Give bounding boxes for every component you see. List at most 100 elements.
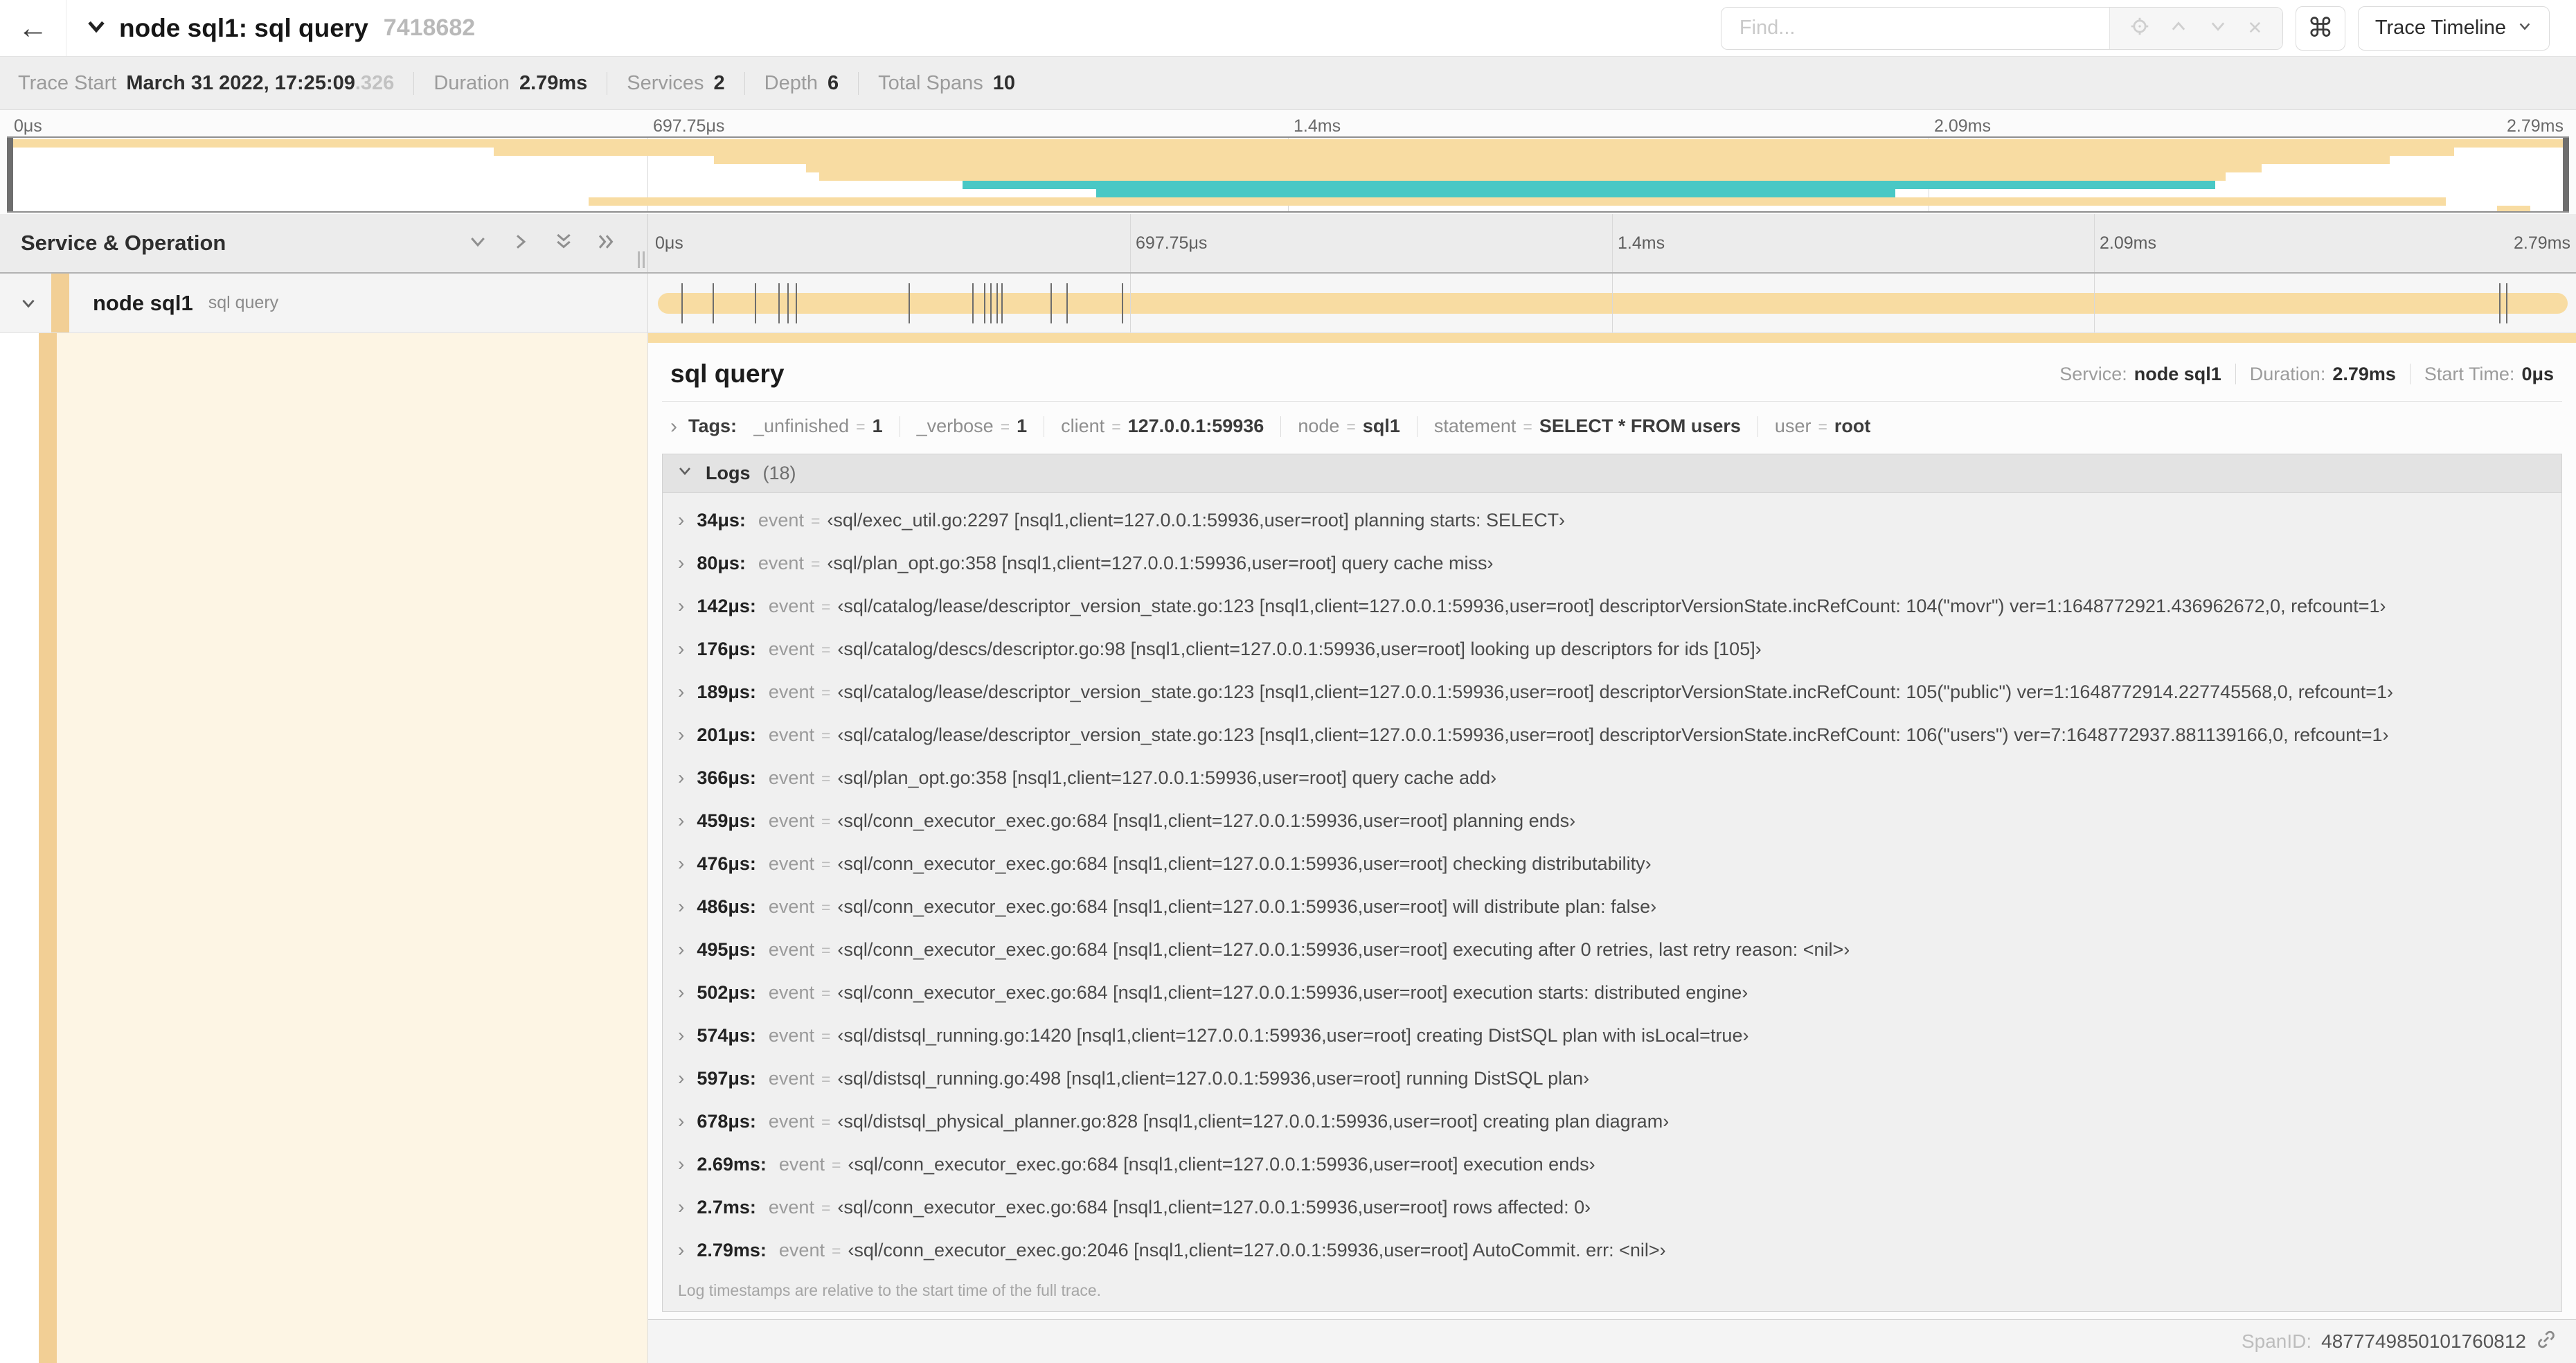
log-row[interactable]: › 34μs: event = ‹sql/exec_util.go:2297 [nsql… [663, 499, 2561, 542]
chevron-right-icon[interactable]: › [678, 1067, 684, 1089]
chevron-right-icon[interactable]: › [678, 810, 684, 832]
stat-item: Services 2 [607, 71, 744, 95]
locate-icon[interactable] [2130, 17, 2149, 39]
find-group: ✕ [1720, 6, 2283, 50]
log-field-key: event [768, 1111, 814, 1132]
log-field-value: ‹sql/conn_executor_exec.go:684 [nsql1,cl… [837, 853, 1652, 874]
log-field-key: event [778, 1154, 825, 1175]
stat-item: Total Spans 10 [858, 71, 1035, 95]
expand-one-icon[interactable] [510, 231, 531, 256]
equals-sign: = [1818, 418, 1827, 436]
minimap-canvas[interactable] [7, 136, 2569, 213]
chevron-right-icon[interactable]: › [678, 1153, 684, 1175]
chevron-right-icon[interactable]: › [678, 938, 684, 961]
log-field-key: event [768, 1197, 814, 1218]
timeline-ruler[interactable]: 0μs 697.75μs 1.4ms 2.09ms 2.79ms [647, 214, 2576, 272]
minimap-span-bar [2497, 206, 2531, 211]
chevron-right-icon[interactable]: › [678, 981, 684, 1004]
log-field-value: ‹sql/distsql_running.go:498 [nsql1,clien… [837, 1068, 1590, 1089]
log-marker [2506, 283, 2508, 323]
clear-search-icon[interactable]: ✕ [2247, 17, 2262, 39]
chevron-right-icon[interactable]: › [678, 681, 684, 703]
chevron-right-icon[interactable]: › [678, 896, 684, 918]
trace-title-group: node sql1: sql query 7418682 [84, 14, 475, 43]
log-row[interactable]: › 459μs: event = ‹sql/conn_executor_exec.go:… [663, 799, 2561, 842]
log-row[interactable]: › 2.7ms: event = ‹sql/conn_executor_exec.go:… [663, 1186, 2561, 1229]
timeline-tick-label: 0μs [14, 116, 42, 136]
equals-sign: = [821, 684, 831, 702]
logs-header[interactable]: Logs (18) [663, 454, 2561, 493]
chevron-right-icon[interactable]: › [678, 509, 684, 531]
divider [1757, 416, 1758, 437]
log-row[interactable]: › 502μs: event = ‹sql/conn_executor_exec.go:… [663, 971, 2561, 1014]
keyboard-shortcuts-button[interactable]: ⌘ [2295, 6, 2345, 51]
chevron-right-icon[interactable]: › [678, 595, 684, 617]
log-field-value: ‹sql/exec_util.go:2297 [nsql1,client=127… [827, 510, 1566, 531]
log-marker [1066, 283, 1068, 323]
log-row[interactable]: › 189μs: event = ‹sql/catalog/lease/descript… [663, 670, 2561, 713]
tags-label: Tags: [688, 416, 737, 436]
app-header: ← node sql1: sql query 7418682 ✕ ⌘ Trace… [0, 0, 2576, 57]
log-field-value: ‹sql/conn_executor_exec.go:684 [nsql1,cl… [837, 982, 1748, 1003]
chevron-right-icon[interactable]: › [678, 552, 684, 574]
log-row[interactable]: › 80μs: event = ‹sql/plan_opt.go:358 [nsql1,… [663, 542, 2561, 585]
link-icon[interactable] [2536, 1329, 2557, 1355]
log-row[interactable]: › 476μs: event = ‹sql/conn_executor_exec.go:… [663, 842, 2561, 885]
log-row[interactable]: › 486μs: event = ‹sql/conn_executor_exec.go:… [663, 885, 2561, 928]
log-marker [778, 283, 780, 323]
log-marker [1001, 283, 1003, 323]
log-row[interactable]: › 574μs: event = ‹sql/distsql_running.go:142… [663, 1014, 2561, 1057]
search-input[interactable] [1721, 7, 2109, 49]
minimap-span-bar [7, 139, 2569, 148]
chevron-right-icon[interactable]: › [678, 853, 684, 875]
collapse-one-icon[interactable] [467, 231, 488, 256]
tag-item: _verbose = 1 [917, 416, 1028, 437]
back-arrow-icon: ← [17, 10, 48, 45]
chevron-right-icon[interactable]: › [678, 638, 684, 660]
log-row[interactable]: › 597μs: event = ‹sql/distsql_running.go:498… [663, 1057, 2561, 1100]
log-row[interactable]: › 142μs: event = ‹sql/catalog/lease/descript… [663, 585, 2561, 627]
minimap-span-bar [714, 156, 2390, 164]
row-collapse-chevron-icon[interactable] [19, 294, 37, 312]
meta-value: 0μs [2521, 363, 2554, 384]
stat-item: Depth 6 [744, 71, 859, 95]
log-row[interactable]: › 495μs: event = ‹sql/conn_executor_exec.go:… [663, 928, 2561, 971]
operation-name: sql query [208, 293, 279, 312]
span-bar-cell[interactable] [647, 274, 2576, 333]
log-row[interactable]: › 366μs: event = ‹sql/plan_opt.go:358 [nsql1… [663, 756, 2561, 799]
chevron-right-icon[interactable]: › [678, 1239, 684, 1261]
timeline-tick-label: 1.4ms [1294, 116, 1341, 136]
prev-match-icon[interactable] [2169, 17, 2188, 39]
chevron-right-icon[interactable]: › [678, 1196, 684, 1218]
viewport-handle-right[interactable] [2563, 138, 2569, 211]
log-timestamp: 476μs: [697, 853, 756, 874]
view-selector-button[interactable]: Trace Timeline [2357, 6, 2550, 51]
next-match-icon[interactable] [2208, 17, 2228, 39]
log-row[interactable]: › 678μs: event = ‹sql/distsql_physical_plann… [663, 1100, 2561, 1143]
column-resizer[interactable] [638, 251, 645, 268]
timeline-tick-label: 2.09ms [2100, 233, 2156, 253]
log-row[interactable]: › 176μs: event = ‹sql/catalog/descs/descript… [663, 627, 2561, 670]
collapse-all-icon[interactable] [553, 231, 574, 256]
equals-sign: = [1523, 418, 1532, 436]
chevron-right-icon[interactable]: › [678, 767, 684, 789]
log-field-key: event [768, 810, 814, 831]
log-row[interactable]: › 201μs: event = ‹sql/catalog/lease/descript… [663, 713, 2561, 756]
log-row[interactable]: › 2.79ms: event = ‹sql/conn_executor_exec.go… [663, 1229, 2561, 1272]
collapse-trace-chevron-icon[interactable] [84, 15, 108, 42]
log-row[interactable]: › 2.69ms: event = ‹sql/conn_executor_exec.go… [663, 1143, 2561, 1186]
log-field-value: ‹sql/distsql_running.go:1420 [nsql1,clie… [837, 1025, 1749, 1046]
span-name-cell[interactable]: node sql1 sql query [0, 274, 647, 333]
viewport-handle-left[interactable] [7, 138, 13, 211]
tag-value: SELECT * FROM users [1539, 416, 1741, 436]
back-button[interactable]: ← [0, 0, 66, 56]
span-duration-bar[interactable] [658, 293, 2568, 314]
chevron-right-icon[interactable]: › [678, 1024, 684, 1046]
tags-row[interactable]: › Tags: _unfinished = 1 _verbose = 1 client = 12… [662, 402, 2562, 451]
expand-all-icon[interactable] [596, 231, 617, 256]
span-color-stripe [51, 274, 69, 332]
meta-value: node sql1 [2134, 363, 2221, 384]
logs-count: (18) [762, 463, 796, 483]
chevron-right-icon[interactable]: › [678, 724, 684, 746]
chevron-right-icon[interactable]: › [678, 1110, 684, 1132]
